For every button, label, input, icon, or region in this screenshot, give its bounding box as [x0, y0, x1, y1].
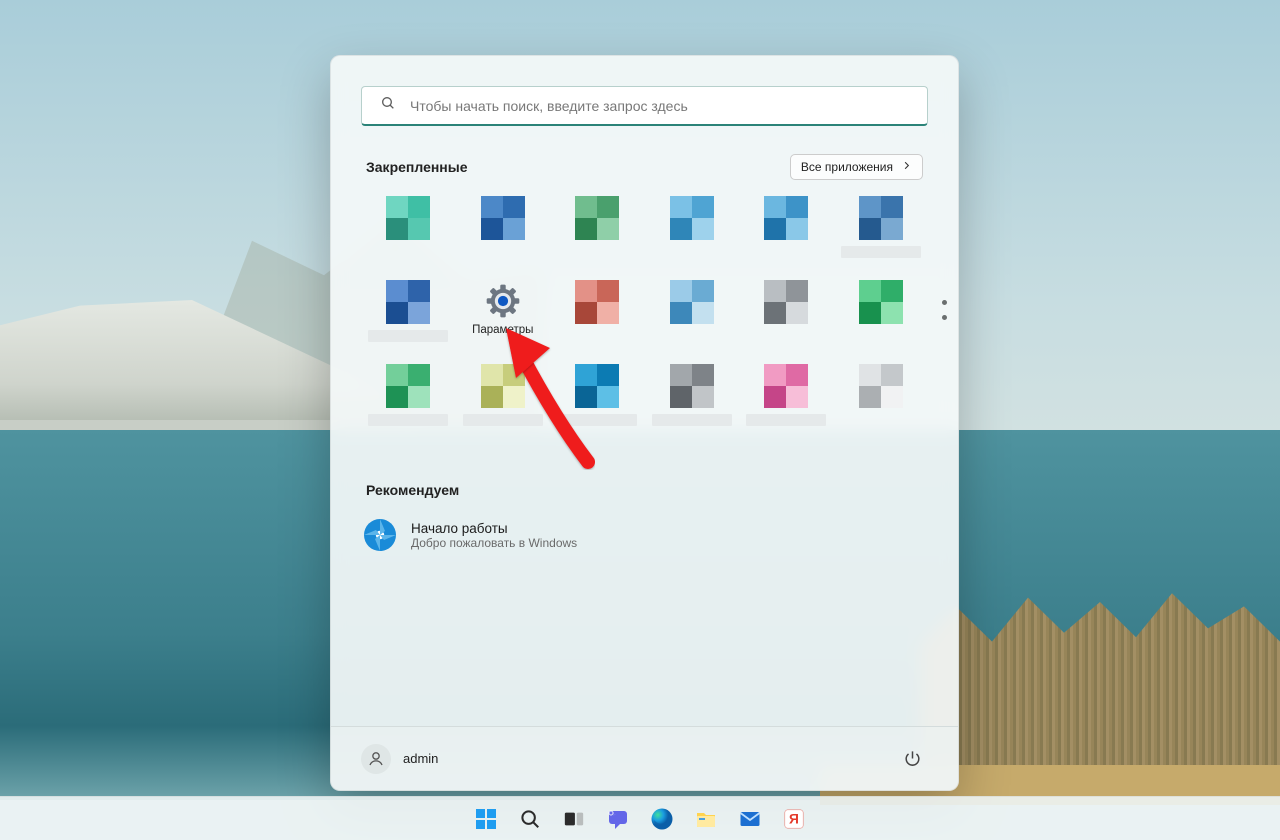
page-indicator[interactable]: [942, 300, 947, 320]
recommended-item-welcome[interactable]: Начало работы Добро пожаловать в Windows: [361, 512, 928, 558]
tile-label-placeholder: [368, 414, 448, 426]
recommended-text: Начало работы Добро пожаловать в Windows: [411, 521, 577, 550]
taskbar-start-button[interactable]: [467, 800, 505, 838]
pinned-tile[interactable]: [550, 278, 645, 352]
chevron-right-icon: [901, 160, 912, 174]
pinned-tile[interactable]: [739, 362, 834, 436]
all-apps-button[interactable]: Все приложения: [790, 154, 923, 180]
app-icon: [859, 196, 903, 240]
taskbar-search-button[interactable]: [511, 800, 549, 838]
app-icon: [575, 364, 619, 408]
pinned-tile-settings[interactable]: Параметры: [456, 278, 551, 352]
start-menu-footer: admin: [331, 726, 958, 790]
app-icon: [764, 364, 808, 408]
pinned-tile[interactable]: [456, 194, 551, 268]
pinned-tile[interactable]: [834, 278, 929, 352]
app-icon: [386, 196, 430, 240]
pinned-tile[interactable]: [739, 278, 834, 352]
username-label: admin: [403, 751, 438, 766]
taskbar-edge-button[interactable]: [643, 800, 681, 838]
taskbar-explorer-button[interactable]: [687, 800, 725, 838]
page-dot[interactable]: [942, 300, 947, 305]
pinned-tile[interactable]: [645, 194, 740, 268]
app-icon: [386, 280, 430, 324]
pinned-title: Закрепленные: [366, 159, 468, 175]
app-icon: [764, 196, 808, 240]
pinned-tile[interactable]: [361, 362, 456, 436]
tile-label: Параметры: [472, 324, 533, 336]
app-icon: [670, 280, 714, 324]
gear-icon: [486, 284, 520, 318]
recommended-title: Рекомендуем: [366, 482, 459, 498]
app-icon: [859, 280, 903, 324]
tile-label-placeholder: [841, 246, 921, 258]
app-icon: [859, 364, 903, 408]
taskbar-taskview-button[interactable]: [555, 800, 593, 838]
desktop: Закрепленные Все приложения: [0, 0, 1280, 840]
taskbar: Я: [0, 796, 1280, 840]
tile-label-placeholder: [463, 414, 543, 426]
search-icon: [380, 95, 396, 116]
taskbar-chat-button[interactable]: [599, 800, 637, 838]
taskbar-mail-button[interactable]: [731, 800, 769, 838]
pinned-tile[interactable]: [645, 362, 740, 436]
pinned-tile[interactable]: [550, 362, 645, 436]
pinned-tile[interactable]: [645, 278, 740, 352]
pinned-tile[interactable]: [550, 194, 645, 268]
pinned-tile[interactable]: [834, 362, 929, 436]
tile-label-placeholder: [652, 414, 732, 426]
compass-icon: [363, 518, 397, 552]
pinned-header: Закрепленные Все приложения: [366, 154, 923, 180]
app-icon: [670, 364, 714, 408]
recommended-item-subtitle: Добро пожаловать в Windows: [411, 536, 577, 550]
pinned-tile[interactable]: [361, 194, 456, 268]
recommended-header: Рекомендуем: [366, 482, 923, 498]
search-input[interactable]: [410, 98, 909, 114]
pinned-tile[interactable]: [834, 194, 929, 268]
page-dot[interactable]: [942, 315, 947, 320]
pinned-tile[interactable]: [456, 362, 551, 436]
user-avatar-icon: [361, 744, 391, 774]
power-button[interactable]: [896, 743, 928, 775]
recommended-item-title: Начало работы: [411, 521, 577, 536]
tile-label-placeholder: [746, 414, 826, 426]
search-box[interactable]: [361, 86, 928, 126]
pinned-tile[interactable]: [739, 194, 834, 268]
svg-text:Я: Я: [789, 811, 799, 826]
start-menu: Закрепленные Все приложения: [330, 55, 959, 791]
tile-label-placeholder: [368, 330, 448, 342]
pinned-grid: Параметры: [361, 194, 928, 436]
app-icon: [481, 364, 525, 408]
user-account-button[interactable]: admin: [361, 744, 438, 774]
app-icon: [386, 364, 430, 408]
taskbar-yandex-button[interactable]: Я: [775, 800, 813, 838]
tile-label-placeholder: [557, 414, 637, 426]
app-icon: [575, 280, 619, 324]
all-apps-label: Все приложения: [801, 160, 893, 174]
app-icon: [764, 280, 808, 324]
pinned-tile[interactable]: [361, 278, 456, 352]
app-icon: [670, 196, 714, 240]
app-icon: [575, 196, 619, 240]
app-icon: [481, 196, 525, 240]
